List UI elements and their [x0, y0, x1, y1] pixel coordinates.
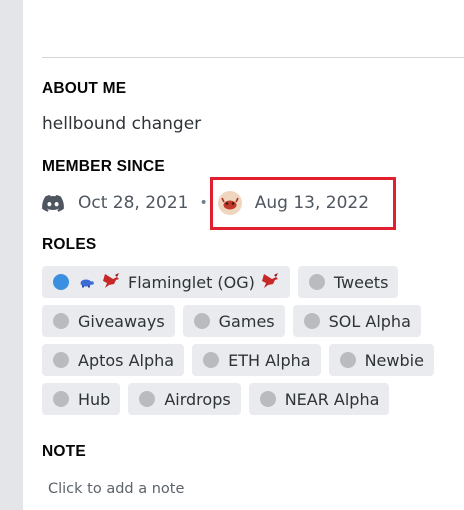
role-label: NEAR Alpha [284, 389, 380, 409]
role-color-dot [53, 313, 69, 329]
about-me-heading: ABOUT ME [42, 80, 127, 97]
member-since-heading: MEMBER SINCE [42, 158, 165, 175]
role-color-dot [53, 352, 69, 368]
role-pill[interactable]: SOL Alpha [292, 305, 421, 337]
role-color-dot [339, 352, 356, 368]
date-separator: • [199, 195, 208, 211]
role-label: Games [218, 311, 275, 331]
role-label: Tweets [333, 272, 389, 292]
roles-heading: ROLES [42, 236, 97, 253]
role-color-dot [303, 313, 320, 329]
about-me-text: hellbound changer [42, 114, 202, 134]
role-label: Flaminglet (OG) [128, 272, 255, 292]
role-pill[interactable]: NEAR Alpha [248, 383, 390, 415]
highlight-box [210, 177, 396, 230]
section-divider [42, 57, 464, 58]
role-label: Newbie [364, 350, 424, 370]
red-bird-icon [101, 270, 121, 294]
role-pill[interactable]: Flaminglet (OG) [42, 266, 290, 298]
role-color-dot [308, 274, 325, 290]
note-heading: NOTE [42, 443, 86, 460]
red-bird-icon [260, 270, 280, 294]
role-pill[interactable]: Games [182, 305, 285, 337]
note-input[interactable]: Click to add a note [48, 481, 184, 497]
role-pill[interactable]: Newbie [328, 344, 434, 376]
role-label: Giveaways [78, 311, 165, 331]
role-color-dot [259, 391, 276, 407]
role-pill[interactable]: Hub [42, 383, 121, 415]
role-label: SOL Alpha [328, 311, 411, 331]
roles-list: Flaminglet (OG) Tweets Giveaways Games S… [42, 266, 452, 415]
role-label: Airdrops [164, 389, 231, 409]
role-color-dot [193, 313, 210, 329]
role-color-dot [139, 391, 156, 407]
turtle-icon [78, 273, 94, 292]
role-label: ETH Alpha [228, 350, 311, 370]
role-pill[interactable]: Tweets [297, 266, 399, 298]
role-pill[interactable]: ETH Alpha [192, 344, 321, 376]
discord-join-date: Oct 28, 2021 [78, 193, 189, 213]
role-pill[interactable]: Giveaways [42, 305, 175, 337]
role-color-dot [53, 274, 69, 290]
role-color-dot [53, 391, 69, 407]
discord-logo-icon [42, 194, 64, 212]
role-label: Aptos Alpha [78, 350, 175, 370]
left-rail [0, 0, 23, 510]
role-pill[interactable]: Airdrops [128, 383, 241, 415]
role-label: Hub [78, 389, 111, 409]
role-pill[interactable]: Aptos Alpha [42, 344, 185, 376]
role-color-dot [203, 352, 220, 368]
